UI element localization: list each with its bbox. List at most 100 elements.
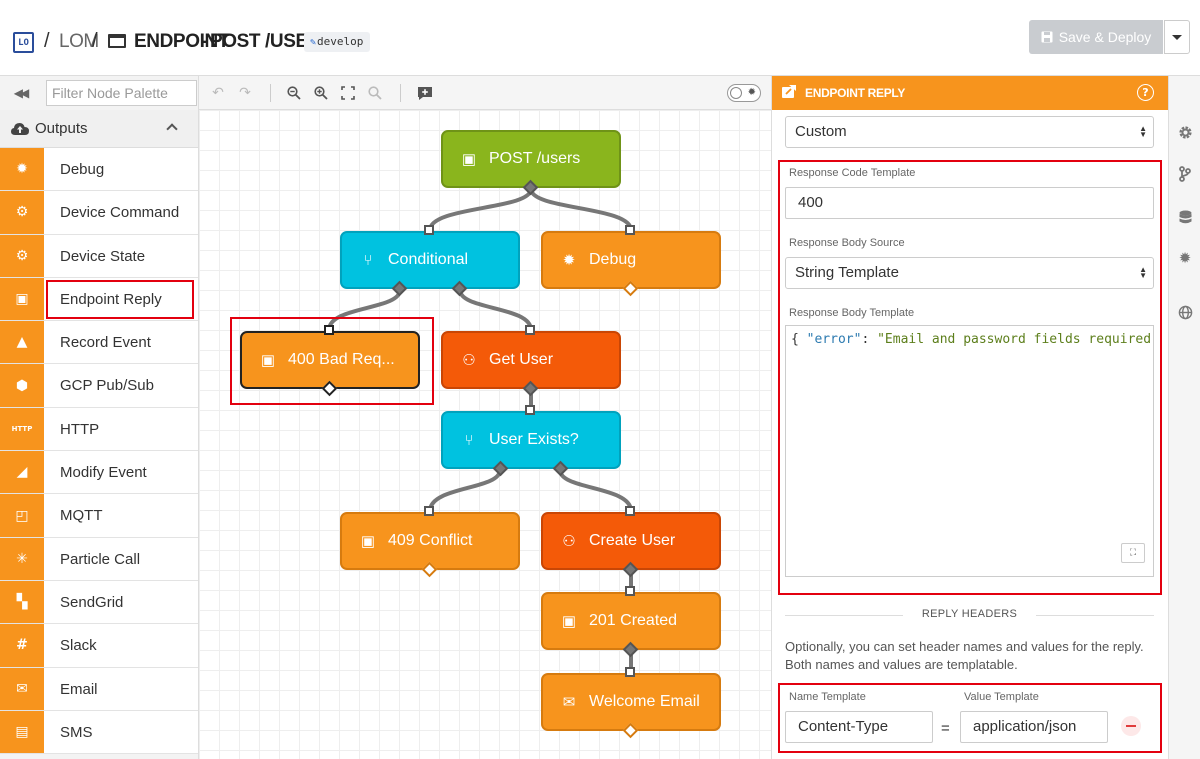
pencil-icon: ✎	[310, 37, 317, 48]
workflow-canvas[interactable]: ▣ POST /users ⑂ Conditional ✹ Debug ▣ 400 Bad R…	[199, 110, 771, 759]
branch-icon: ⑂	[464, 431, 474, 449]
palette-item-http[interactable]: HTTP HTTP	[0, 407, 198, 452]
header-value-input[interactable]: application/json	[960, 711, 1108, 743]
breadcrumb-separator: -	[202, 31, 208, 52]
live-debug-toggle[interactable]: ✹	[727, 84, 761, 102]
palette-item-mqtt[interactable]: ◰ MQTT	[0, 494, 198, 538]
save-options-dropdown[interactable]	[1164, 20, 1190, 54]
palette-item-device-state[interactable]: ⚙ Device State	[0, 234, 198, 278]
debug-bug-icon[interactable]: ✹	[1177, 249, 1193, 267]
node-label: Get User	[489, 351, 554, 368]
palette-item-slack[interactable]: # Slack	[0, 624, 198, 668]
palette-item-label: Record Event	[60, 334, 151, 352]
palette-item-sendgrid[interactable]: ▚ SendGrid	[0, 580, 198, 625]
modify-event-icon: ◢	[0, 451, 44, 494]
save-deploy-button[interactable]: Save & Deploy	[1029, 20, 1163, 54]
add-comment-icon[interactable]	[416, 84, 434, 102]
select-arrows-icon: ▲ ▼	[1139, 265, 1147, 280]
palette-item-sms[interactable]: ▤ SMS	[0, 710, 198, 755]
response-body-source-value: String Template	[795, 264, 899, 281]
header-name-input[interactable]: Content-Type	[785, 711, 933, 743]
right-rail: ✹	[1168, 76, 1200, 759]
branch-icon: ⑂	[363, 251, 373, 269]
particle-icon: ✳	[0, 537, 44, 580]
remove-header-button[interactable]	[1121, 716, 1141, 736]
toolbar-divider	[400, 84, 401, 102]
storage-database-icon[interactable]	[1177, 209, 1193, 225]
input-port[interactable]	[525, 405, 535, 415]
input-port[interactable]	[424, 506, 434, 516]
palette-item-modify-event[interactable]: ◢ Modify Event	[0, 451, 198, 495]
palette-item-label: Device Command	[60, 204, 180, 222]
node-conditional[interactable]: ⑂ Conditional	[340, 231, 520, 289]
undo-icon[interactable]: ↶	[209, 84, 227, 102]
expand-editor-icon[interactable]: ⛶	[1121, 543, 1145, 563]
input-port[interactable]	[525, 325, 535, 335]
collapse-palette-button[interactable]: ◀◀	[0, 76, 40, 110]
reply-mode-select[interactable]: Custom ▲ ▼	[785, 116, 1154, 148]
add-user-icon: ⚇	[562, 533, 576, 550]
header-name-value: Content-Type	[798, 718, 889, 735]
breadcrumb-separator: /	[44, 30, 50, 52]
palette-item-device-command[interactable]: ⚙ Device Command	[0, 191, 198, 235]
response-body-template-label: Response Body Template	[789, 307, 915, 319]
gcp-icon: ⬢	[0, 364, 44, 407]
globe-icon[interactable]	[1177, 304, 1193, 320]
fit-to-screen-icon[interactable]	[339, 84, 357, 102]
help-icon[interactable]: ?	[1137, 84, 1154, 101]
response-body-source-select[interactable]: String Template ▲ ▼	[785, 257, 1154, 289]
input-port[interactable]	[625, 586, 635, 596]
input-port[interactable]	[625, 667, 635, 677]
settings-gear-icon[interactable]	[1177, 124, 1193, 140]
wire-user-exists-to-create-user	[558, 469, 633, 512]
input-port[interactable]	[625, 225, 635, 235]
palette-category-header[interactable]: Outputs	[0, 110, 198, 148]
response-code-input[interactable]: 400	[785, 187, 1154, 219]
node-user-exists[interactable]: ⑂ User Exists?	[441, 411, 621, 469]
app-root: LO / LOM / ENDPOINT - POST /USERS ✎devel…	[0, 0, 1200, 759]
app-logo[interactable]: LO	[13, 32, 34, 53]
input-port[interactable]	[625, 506, 635, 516]
redo-icon[interactable]: ↷	[236, 84, 254, 102]
envelope-icon: ✉	[0, 667, 44, 710]
palette-item-label: MQTT	[60, 507, 103, 525]
chevron-up-icon	[166, 123, 178, 135]
palette-item-email[interactable]: ✉ Email	[0, 667, 198, 711]
response-body-template-editor[interactable]: { "error": "Email and password fields re…	[785, 325, 1154, 577]
save-deploy-label: Save & Deploy	[1058, 29, 1152, 45]
reply-headers-description: Optionally, you can set header names and…	[785, 639, 1144, 672]
top-bar: LO / LOM / ENDPOINT - POST /USERS ✎devel…	[0, 0, 1200, 76]
palette-category-label: Outputs	[35, 120, 88, 137]
palette-item-record-event[interactable]: ▲ Record Event	[0, 321, 198, 365]
minus-icon	[1126, 725, 1136, 727]
input-port[interactable]	[324, 325, 334, 335]
palette-node-list: ✹ Debug ⚙ Device Command ⚙ Device State ▣ Endpo…	[0, 148, 198, 755]
user-icon: ⚇	[462, 352, 476, 369]
palette-item-label: Slack	[60, 637, 97, 655]
palette-item-endpoint-reply[interactable]: ▣ Endpoint Reply	[0, 277, 198, 322]
toolbar-divider	[270, 84, 271, 102]
zoom-in-icon[interactable]	[312, 84, 330, 102]
palette-item-particle-call[interactable]: ✳ Particle Call	[0, 537, 198, 581]
palette-item-label: Endpoint Reply	[60, 290, 162, 308]
toggle-knob	[730, 87, 742, 99]
palette-item-label: Device State	[60, 247, 146, 265]
endpoint-reply-icon: ▣	[360, 533, 376, 550]
slack-icon: #	[0, 624, 44, 667]
input-port[interactable]	[424, 225, 434, 235]
zoom-search-icon[interactable]	[366, 84, 384, 102]
mqtt-icon: ◰	[0, 494, 44, 537]
node-label: 400 Bad Req...	[288, 351, 395, 368]
branch-badge[interactable]: ✎develop	[304, 32, 371, 52]
palette-item-debug[interactable]: ✹ Debug	[0, 148, 198, 192]
endpoint-trigger-icon: ▣	[461, 151, 477, 168]
versions-branch-icon[interactable]	[1177, 166, 1193, 182]
http-icon: HTTP	[0, 407, 44, 451]
sms-icon: ▤	[0, 710, 44, 754]
code-line: { "error": "Email and password fields re…	[791, 332, 1154, 347]
palette-item-gcp-pub-sub[interactable]: ⬢ GCP Pub/Sub	[0, 364, 198, 408]
header-value-value: application/json	[973, 718, 1077, 735]
endpoint-reply-icon	[782, 84, 796, 102]
filter-node-palette-input[interactable]	[46, 80, 197, 106]
zoom-out-icon[interactable]	[285, 84, 303, 102]
